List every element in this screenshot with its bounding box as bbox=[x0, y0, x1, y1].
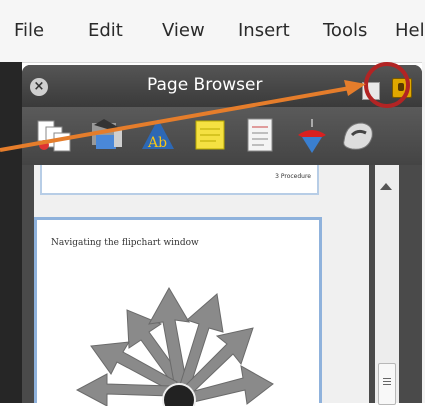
annotation-arrow bbox=[0, 80, 366, 152]
